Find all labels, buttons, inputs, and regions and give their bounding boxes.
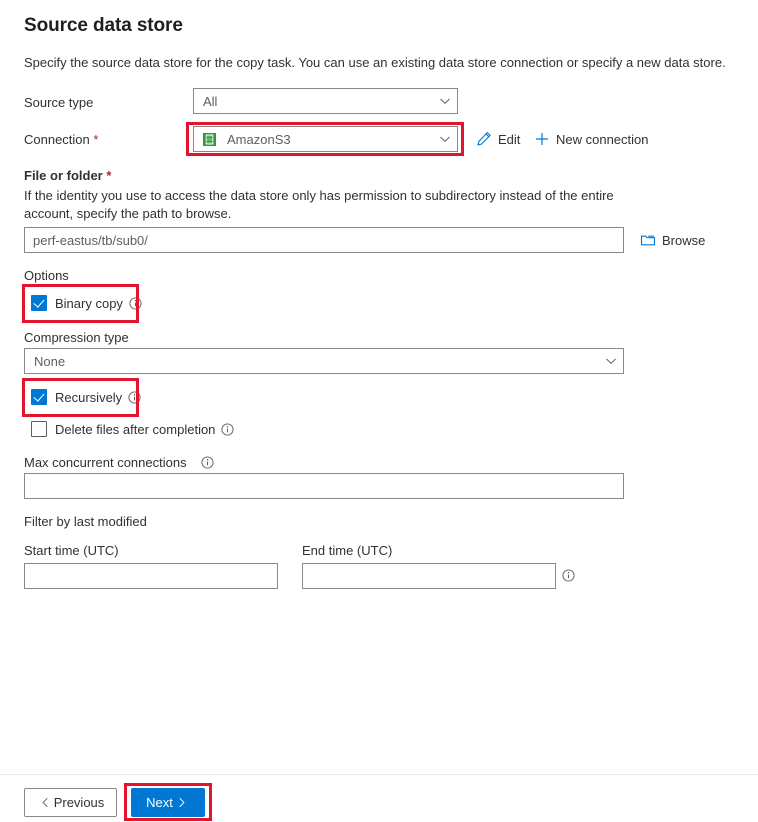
browse-label: Browse: [662, 232, 706, 248]
compression-type-value: None: [34, 353, 66, 369]
binary-copy-label: Binary copy: [55, 295, 123, 311]
checkbox-indicator: [31, 421, 47, 437]
next-label: Next: [146, 795, 173, 810]
connection-label-text: Connection: [24, 132, 90, 147]
compression-type-dropdown[interactable]: None: [24, 348, 624, 374]
page-title: Source data store: [24, 15, 183, 36]
start-time-label: Start time (UTC): [24, 543, 119, 558]
amazon-s3-icon: [203, 132, 216, 146]
source-data-store-page: Source data store Specify the source dat…: [0, 0, 758, 822]
edit-connection-label: Edit: [498, 131, 521, 147]
previous-button[interactable]: Previous: [24, 788, 117, 817]
plus-icon: [534, 131, 550, 147]
page-description: Specify the source data store for the co…: [24, 55, 726, 70]
file-or-folder-value: perf-eastus/tb/sub0/: [33, 232, 148, 248]
file-or-folder-label: File or folder *: [24, 168, 111, 183]
info-icon[interactable]: [129, 296, 142, 310]
end-time-input[interactable]: [302, 563, 556, 589]
chevron-down-icon: [605, 355, 617, 367]
browse-button[interactable]: Browse: [640, 232, 705, 248]
delete-files-checkbox[interactable]: Delete files after completion: [31, 421, 234, 437]
recursively-checkbox[interactable]: Recursively: [31, 389, 141, 405]
previous-label: Previous: [53, 795, 105, 810]
start-time-input[interactable]: [24, 563, 278, 589]
recursively-label: Recursively: [55, 389, 123, 405]
connection-dropdown[interactable]: AmazonS3: [193, 126, 458, 152]
new-connection-label: New connection: [556, 131, 649, 147]
folder-icon: [640, 232, 656, 248]
end-time-label: End time (UTC): [302, 543, 393, 558]
source-type-dropdown[interactable]: All: [193, 88, 458, 114]
file-or-folder-label-text: File or folder: [24, 168, 103, 183]
file-or-folder-helper-text: If the identity you use to access the da…: [24, 188, 614, 221]
checkbox-indicator: [31, 389, 47, 405]
chevron-down-icon: [439, 133, 451, 145]
new-connection-button[interactable]: New connection: [534, 131, 649, 147]
source-type-label: Source type: [24, 95, 94, 110]
pencil-icon: [476, 131, 492, 147]
checkbox-indicator: [31, 295, 47, 311]
edit-connection-button[interactable]: Edit: [476, 131, 520, 147]
filter-by-last-modified-label: Filter by last modified: [24, 514, 147, 529]
max-concurrent-connections-input[interactable]: [24, 473, 624, 499]
chevron-left-icon: [41, 797, 50, 808]
footer-divider: [0, 774, 758, 775]
max-concurrent-connections-label: Max concurrent connections: [24, 455, 187, 470]
next-button[interactable]: Next: [131, 788, 205, 817]
info-icon[interactable]: [201, 456, 214, 469]
info-icon[interactable]: [221, 422, 234, 436]
connection-required-mark: *: [93, 132, 99, 147]
info-icon[interactable]: [562, 569, 575, 582]
options-label: Options: [24, 268, 69, 283]
source-type-value: All: [203, 93, 218, 109]
chevron-down-icon: [439, 95, 451, 107]
info-icon[interactable]: [128, 390, 141, 404]
connection-value: AmazonS3: [227, 131, 291, 147]
file-or-folder-input[interactable]: perf-eastus/tb/sub0/: [24, 227, 624, 253]
file-or-folder-required-mark: *: [106, 168, 112, 183]
chevron-right-icon: [177, 797, 186, 808]
binary-copy-checkbox[interactable]: Binary copy: [31, 295, 142, 311]
compression-type-label: Compression type: [24, 330, 129, 345]
connection-label: Connection *: [24, 132, 98, 147]
delete-files-label: Delete files after completion: [55, 421, 216, 437]
